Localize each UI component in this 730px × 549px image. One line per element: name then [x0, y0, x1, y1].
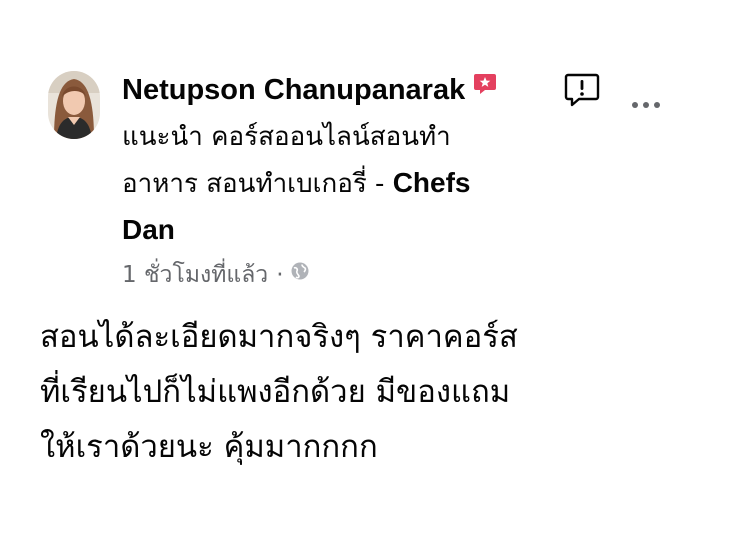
- subtitle-line: อาหาร สอนทำเบเกอรี่ - Chefs: [122, 167, 471, 199]
- post-body-line: สอนได้ละเอียดมากจริงๆ ราคาคอร์ส: [40, 319, 518, 355]
- globe-icon[interactable]: [290, 257, 310, 291]
- recommends-badge-icon: [473, 67, 497, 107]
- page-name-part: Chefs: [392, 167, 471, 198]
- post-body-line: ที่เรียนไปก็ไม่แพงอีกด้วย มีของแถม: [40, 374, 511, 410]
- subtitle-line: Dan: [122, 214, 175, 245]
- review-post: Netupson Chanupanarak แนะนำ คอร์สออนไลน์…: [0, 0, 730, 549]
- post-meta: 1 ชั่วโมงที่แล้ว ·: [122, 258, 562, 292]
- author-name[interactable]: Netupson Chanupanarak: [122, 74, 465, 106]
- post-body-line: ให้เราด้วยนะ คุ้มมากกกก: [40, 429, 378, 465]
- author-block: Netupson Chanupanarak แนะนำ คอร์สออนไลน์…: [122, 70, 562, 292]
- author-avatar[interactable]: [48, 71, 100, 139]
- more-options-icon: [632, 102, 660, 108]
- recommendation-subtitle[interactable]: แนะนำ คอร์สออนไลน์สอนทำ อาหาร สอนทำเบเกอ…: [122, 115, 542, 252]
- post-body: สอนได้ละเอียดมากจริงๆ ราคาคอร์ส ที่เรียน…: [40, 310, 700, 475]
- meta-separator: ·: [276, 262, 284, 288]
- post-timestamp[interactable]: 1 ชั่วโมงที่แล้ว: [122, 262, 268, 288]
- report-button[interactable]: [563, 71, 601, 109]
- subtitle-line: แนะนำ คอร์สออนไลน์สอนทำ: [122, 122, 451, 152]
- more-options-button[interactable]: [628, 92, 664, 116]
- report-icon: [564, 73, 600, 107]
